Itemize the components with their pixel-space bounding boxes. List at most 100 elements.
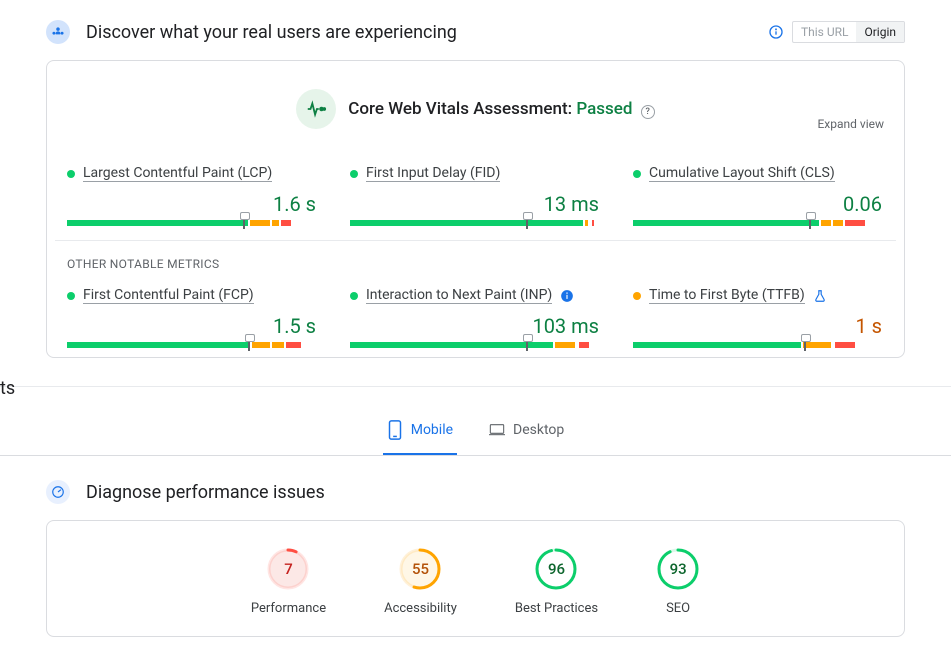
cwv-status: Passed: [576, 99, 632, 119]
score-seo[interactable]: 93 SEO: [656, 547, 700, 616]
bar-segment: [633, 220, 819, 226]
metric-label-row: Largest Contentful Paint (LCP): [67, 165, 318, 182]
metric-label-row: Cumulative Layout Shift (CLS): [633, 165, 884, 182]
bar-segment: [350, 342, 553, 348]
other-metrics-grid: First Contentful Paint (FCP) 1.5 s Inter…: [47, 271, 904, 357]
metric-label-row: Interaction to Next Paint (INP): [350, 287, 601, 304]
metric-card: Time to First Byte (TTFB) 1 s: [633, 287, 884, 357]
device-tabs: Mobile Desktop: [0, 387, 951, 456]
metric-card: Interaction to Next Paint (INP) 103 ms: [350, 287, 601, 357]
score-performance[interactable]: 7 Performance: [251, 547, 326, 616]
metric-card: Cumulative Layout Shift (CLS) 0.06: [633, 165, 884, 226]
info-icon[interactable]: [768, 24, 784, 40]
metric-bar: [633, 220, 884, 226]
header-left: Discover what your real users are experi…: [46, 20, 457, 44]
bar-marker: [243, 217, 245, 229]
audience-icon: [46, 20, 70, 44]
cwv-title-prefix: Core Web Vitals Assessment:: [348, 99, 576, 119]
experimental-icon[interactable]: [813, 289, 827, 303]
bar-segment: [250, 220, 270, 226]
desktop-icon: [489, 419, 505, 441]
metric-value: 0.06: [633, 192, 884, 216]
score-label: Performance: [251, 601, 326, 616]
url-origin-toggle: This URL Origin: [792, 21, 905, 43]
tab-desktop-label: Desktop: [513, 422, 564, 438]
metric-label[interactable]: Largest Contentful Paint (LCP): [83, 165, 272, 182]
metric-bar: [633, 342, 884, 348]
bar-segment: [579, 342, 589, 348]
status-dot: [67, 170, 75, 178]
pulse-icon: [296, 89, 336, 129]
info-badge-icon[interactable]: [560, 289, 574, 303]
status-dot: [633, 170, 641, 178]
metric-label-row: Time to First Byte (TTFB): [633, 287, 884, 304]
lighthouse-panel: 7 Performance 55 Accessibility 96 Best P…: [46, 520, 905, 637]
metric-label[interactable]: Cumulative Layout Shift (CLS): [649, 165, 835, 182]
bar-marker: [526, 217, 528, 229]
gauge-value: 7: [266, 547, 310, 591]
bar-segment: [555, 342, 575, 348]
metric-label[interactable]: Time to First Byte (TTFB): [649, 287, 805, 304]
gauge-value: 55: [398, 547, 442, 591]
bar-marker: [809, 217, 811, 229]
toggle-this-url[interactable]: This URL: [793, 22, 857, 42]
tab-mobile[interactable]: Mobile: [383, 409, 457, 455]
bar-segment: [833, 220, 843, 226]
other-metrics-subheader: OTHER NOTABLE METRICS: [47, 241, 904, 271]
metric-value: 103 ms: [350, 314, 601, 338]
score-label: Accessibility: [384, 601, 457, 616]
gauge: 55: [398, 547, 442, 591]
cwv-title: Core Web Vitals Assessment: Passed ?: [348, 99, 654, 119]
scores-row: 7 Performance 55 Accessibility 96 Best P…: [47, 521, 904, 636]
bar-marker: [526, 339, 528, 351]
truncated-text: ts: [0, 378, 15, 399]
bar-segment: [281, 220, 291, 226]
score-label: Best Practices: [515, 601, 598, 616]
metric-bar: [67, 220, 318, 226]
diagnose-title: Diagnose performance issues: [86, 482, 325, 503]
toggle-origin[interactable]: Origin: [856, 22, 904, 42]
cwv-header-main: Core Web Vitals Assessment: Passed ?: [296, 89, 654, 129]
status-dot: [350, 170, 358, 178]
gauge: 93: [656, 547, 700, 591]
metric-card: First Contentful Paint (FCP) 1.5 s: [67, 287, 318, 357]
metric-card: Largest Contentful Paint (LCP) 1.6 s: [67, 165, 318, 226]
metric-value: 1.5 s: [67, 314, 318, 338]
help-icon[interactable]: ?: [641, 105, 655, 119]
gauge: 7: [266, 547, 310, 591]
score-accessibility[interactable]: 55 Accessibility: [384, 547, 457, 616]
metric-label[interactable]: First Contentful Paint (FCP): [83, 287, 254, 304]
metric-value: 1 s: [633, 314, 884, 338]
bar-segment: [272, 342, 285, 348]
metric-value: 13 ms: [350, 192, 601, 216]
gauge-icon: [46, 480, 70, 504]
metric-bar: [67, 342, 318, 348]
bar-segment: [286, 342, 301, 348]
score-best practices[interactable]: 96 Best Practices: [515, 547, 598, 616]
bar-segment: [252, 342, 270, 348]
tab-mobile-label: Mobile: [411, 422, 453, 438]
bar-segment: [350, 220, 583, 226]
cwv-header: Core Web Vitals Assessment: Passed ? Exp…: [47, 61, 904, 129]
expand-view-link[interactable]: Expand view: [817, 117, 884, 131]
gauge-value: 96: [534, 547, 578, 591]
gauge: 96: [534, 547, 578, 591]
diagnose-header: Diagnose performance issues: [0, 456, 951, 520]
metric-card: First Input Delay (FID) 13 ms: [350, 165, 601, 226]
metric-label[interactable]: Interaction to Next Paint (INP): [366, 287, 552, 304]
status-dot: [67, 292, 75, 300]
bar-segment: [845, 220, 865, 226]
metric-label[interactable]: First Input Delay (FID): [366, 165, 500, 182]
tab-desktop[interactable]: Desktop: [485, 409, 568, 455]
diagnose-header-left: Diagnose performance issues: [46, 480, 325, 504]
status-dot: [350, 292, 358, 300]
section-title: Discover what your real users are experi…: [86, 22, 457, 43]
metric-bar: [350, 342, 601, 348]
bar-segment: [592, 220, 595, 226]
bar-marker: [248, 339, 250, 351]
metric-bar: [350, 220, 601, 226]
header-right: This URL Origin: [768, 21, 905, 43]
bar-segment: [67, 220, 248, 226]
metric-label-row: First Input Delay (FID): [350, 165, 601, 182]
metric-value: 1.6 s: [67, 192, 318, 216]
